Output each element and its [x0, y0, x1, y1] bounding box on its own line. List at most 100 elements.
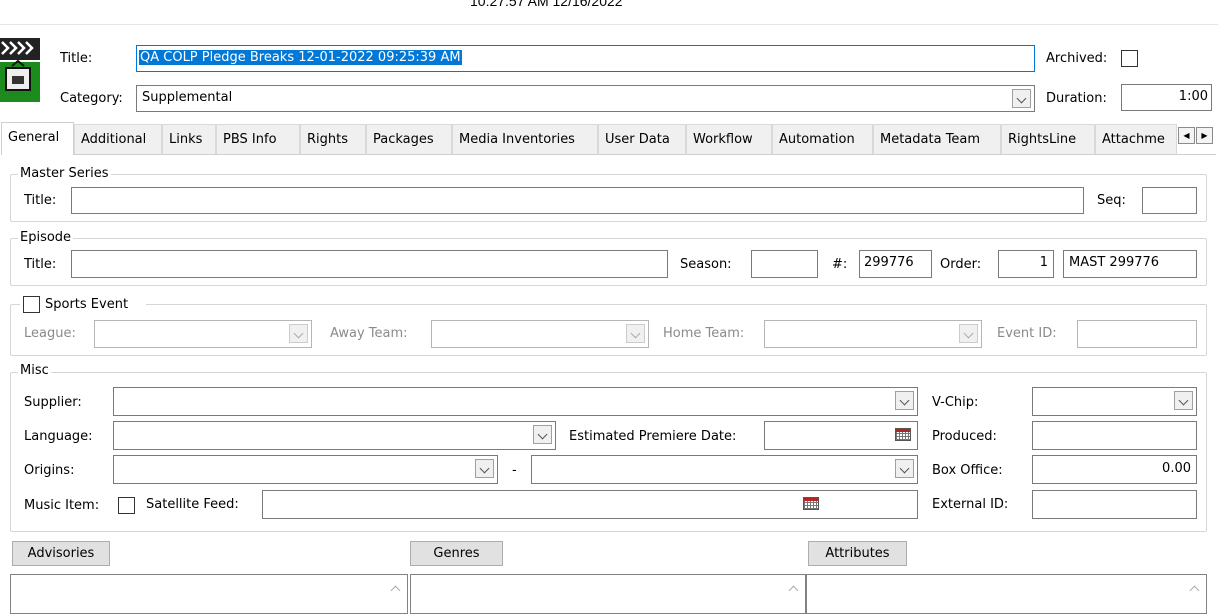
- archived-checkbox[interactable]: [1121, 50, 1138, 67]
- music-item-label: Music Item:: [24, 498, 100, 513]
- episode-title-label: Title:: [24, 257, 57, 272]
- tv-clapper-icon: [0, 38, 40, 113]
- box-office-value: 0.00: [1162, 461, 1191, 476]
- premiere-date-input[interactable]: [764, 421, 918, 450]
- event-id-label: Event ID:: [997, 326, 1057, 341]
- chevron-down-icon[interactable]: [895, 391, 914, 410]
- title-input[interactable]: QA COLP Pledge Breaks 12-01-2022 09:25:3…: [136, 45, 1035, 72]
- tab-links[interactable]: Links: [162, 124, 216, 154]
- master-series-title: Master Series: [18, 166, 111, 182]
- origins-label: Origins:: [24, 463, 75, 478]
- title-input-value: QA COLP Pledge Breaks 12-01-2022 09:25:3…: [139, 50, 462, 65]
- duration-input[interactable]: 1:00: [1121, 84, 1212, 111]
- title-label: Title:: [60, 51, 93, 66]
- origins-dash: -: [512, 463, 517, 478]
- tab-automation[interactable]: Automation: [772, 124, 873, 154]
- chevron-down-icon[interactable]: [1174, 391, 1193, 410]
- misc-title: Misc: [18, 363, 51, 379]
- premiere-date-label: Estimated Premiere Date:: [569, 429, 737, 444]
- category-label: Category:: [60, 91, 123, 106]
- scroll-up-icon[interactable]: [788, 585, 799, 596]
- episode-code-input[interactable]: MAST 299776: [1063, 250, 1197, 278]
- category-select[interactable]: Supplemental: [136, 85, 1035, 112]
- chevron-down-icon[interactable]: [626, 324, 645, 343]
- tab-scroll-left-icon[interactable]: ◀: [1178, 127, 1195, 144]
- seq-label: Seq:: [1097, 193, 1126, 208]
- language-select[interactable]: [113, 421, 556, 450]
- external-id-input[interactable]: [1032, 490, 1197, 519]
- category-value: Supplemental: [142, 90, 233, 105]
- chevron-down-icon[interactable]: [289, 324, 308, 343]
- tab-additional[interactable]: Additional: [74, 124, 162, 154]
- league-select[interactable]: [94, 320, 312, 348]
- top-divider: [0, 24, 1218, 25]
- chevron-down-icon[interactable]: [959, 324, 978, 343]
- tab-workflow[interactable]: Workflow: [686, 124, 772, 154]
- produced-label: Produced:: [932, 429, 997, 444]
- tab-general[interactable]: General: [1, 122, 74, 155]
- origins-select-1[interactable]: [113, 455, 498, 484]
- scroll-up-icon[interactable]: [390, 585, 401, 596]
- master-title-input[interactable]: [71, 187, 1084, 214]
- satellite-feed-input[interactable]: [262, 490, 918, 519]
- chevron-down-icon[interactable]: [895, 459, 914, 478]
- chevron-down-icon[interactable]: [533, 425, 552, 444]
- advisories-list[interactable]: [10, 574, 408, 614]
- away-team-label: Away Team:: [330, 326, 408, 341]
- tab-rights[interactable]: Rights: [300, 124, 366, 154]
- tab-pbs-info[interactable]: PBS Info: [216, 124, 300, 154]
- sports-event-header: Sports Event: [20, 295, 146, 313]
- event-id-input[interactable]: [1077, 320, 1197, 348]
- sports-event-label: Sports Event: [45, 297, 129, 312]
- season-label: Season:: [680, 257, 732, 272]
- vchip-label: V-Chip:: [932, 395, 979, 410]
- scroll-up-icon[interactable]: [1189, 585, 1200, 596]
- box-office-label: Box Office:: [932, 463, 1003, 478]
- vchip-select[interactable]: [1032, 387, 1197, 416]
- attributes-list[interactable]: [806, 574, 1207, 614]
- episode-title: Episode: [18, 230, 74, 246]
- home-team-select[interactable]: [764, 320, 982, 348]
- home-team-label: Home Team:: [663, 326, 745, 341]
- order-value: 1: [1039, 255, 1048, 270]
- origins-select-2[interactable]: [531, 455, 918, 484]
- attributes-button[interactable]: Attributes: [808, 541, 907, 566]
- tab-scroll-right-icon[interactable]: ▶: [1196, 127, 1213, 144]
- tab-rightsline[interactable]: RightsLine: [1001, 124, 1095, 154]
- league-label: League:: [24, 326, 76, 341]
- advisories-button[interactable]: Advisories: [12, 541, 110, 566]
- season-input[interactable]: [751, 250, 818, 278]
- episode-number-value: 299776: [864, 255, 914, 270]
- tab-attachments[interactable]: Attachme: [1095, 124, 1177, 154]
- tab-user-data[interactable]: User Data: [598, 124, 686, 154]
- episode-code-value: MAST 299776: [1069, 255, 1160, 270]
- episode-number-label: #:: [832, 257, 848, 272]
- seq-input[interactable]: [1142, 187, 1197, 214]
- genres-list[interactable]: [410, 574, 806, 614]
- produced-input[interactable]: [1032, 421, 1197, 450]
- chevron-down-icon[interactable]: [475, 459, 494, 478]
- language-label: Language:: [24, 429, 93, 444]
- episode-number-input[interactable]: 299776: [859, 250, 932, 278]
- supplier-label: Supplier:: [24, 395, 82, 410]
- order-input[interactable]: 1: [998, 250, 1054, 278]
- episode-title-input[interactable]: [71, 250, 668, 278]
- satellite-feed-label: Satellite Feed:: [146, 497, 239, 512]
- calendar-icon[interactable]: [895, 428, 911, 441]
- away-team-select[interactable]: [431, 320, 649, 348]
- box-office-input[interactable]: 0.00: [1032, 455, 1197, 484]
- sports-event-checkbox[interactable]: [23, 296, 40, 313]
- duration-value: 1:00: [1178, 89, 1208, 104]
- tab-packages[interactable]: Packages: [366, 124, 452, 154]
- external-id-label: External ID:: [932, 497, 1009, 512]
- archived-label: Archived:: [1046, 51, 1108, 66]
- music-item-checkbox[interactable]: [118, 497, 135, 514]
- supplier-select[interactable]: [113, 387, 918, 416]
- chevron-down-icon[interactable]: [1012, 89, 1031, 108]
- tab-media-inventories[interactable]: Media Inventories: [452, 124, 598, 154]
- master-title-label: Title:: [24, 193, 57, 208]
- calendar-icon[interactable]: [803, 497, 819, 510]
- tab-metadata-team[interactable]: Metadata Team: [873, 124, 1001, 154]
- order-label: Order:: [940, 257, 982, 272]
- genres-button[interactable]: Genres: [410, 541, 503, 566]
